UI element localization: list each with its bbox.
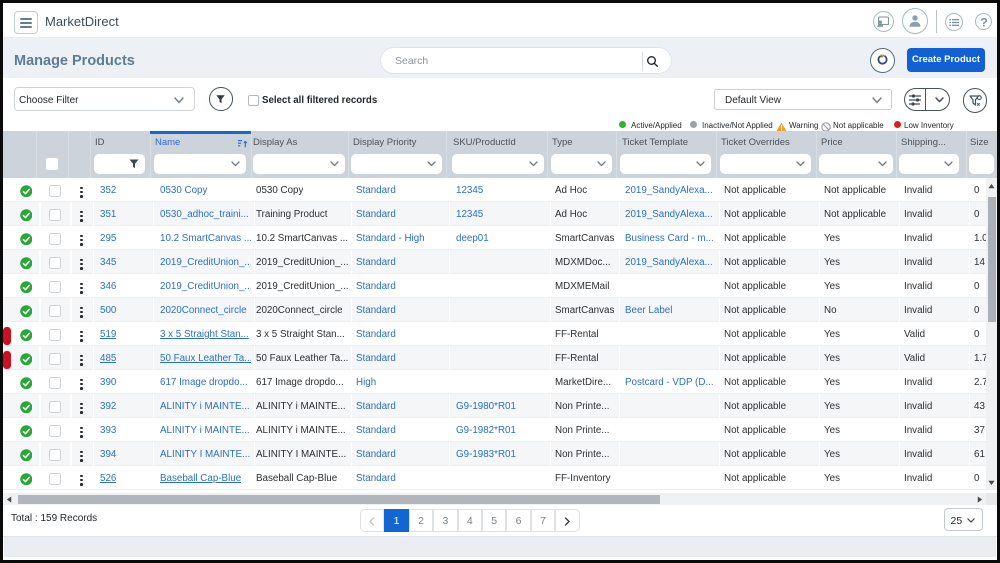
svg-text:?: ? bbox=[980, 16, 987, 30]
